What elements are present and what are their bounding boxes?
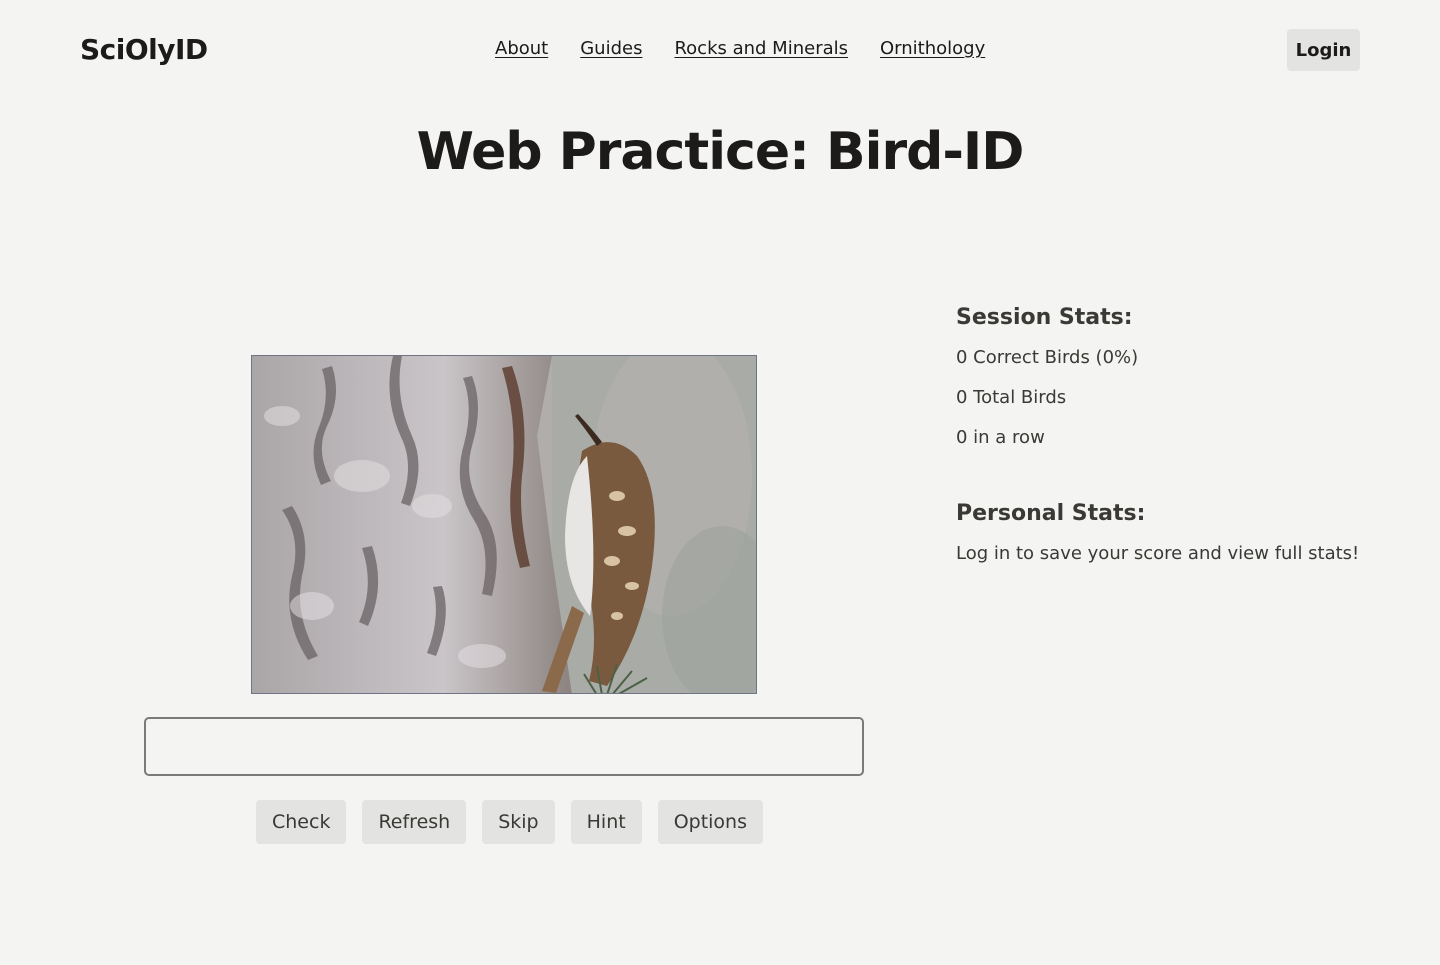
nav-link-about[interactable]: About — [495, 38, 548, 59]
login-button[interactable]: Login — [1287, 29, 1360, 71]
total-birds-stat: 0 Total Birds — [956, 387, 1067, 408]
check-button[interactable]: Check — [256, 800, 347, 844]
answer-input[interactable] — [144, 717, 864, 776]
correct-birds-stat: 0 Correct Birds (0%) — [956, 347, 1139, 368]
bird-image — [251, 355, 757, 694]
personal-stats-message: Log in to save your score and view full … — [956, 543, 1360, 564]
action-buttons: Check Refresh Skip Hint Options — [256, 800, 763, 844]
personal-stats-heading: Personal Stats: — [956, 501, 1146, 526]
site-logo[interactable]: SciOlyID — [80, 33, 208, 66]
streak-stat: 0 in a row — [956, 427, 1045, 448]
skip-button[interactable]: Skip — [482, 800, 555, 844]
hint-button[interactable]: Hint — [570, 800, 642, 844]
nav-link-ornithology[interactable]: Ornithology — [880, 38, 985, 59]
options-button[interactable]: Options — [657, 800, 763, 844]
site-header: SciOlyID About Guides Rocks and Minerals… — [0, 0, 1440, 100]
main-nav: About Guides Rocks and Minerals Ornithol… — [495, 38, 985, 59]
refresh-button[interactable]: Refresh — [362, 800, 467, 844]
session-stats-heading: Session Stats: — [956, 305, 1133, 330]
nav-link-rocks-and-minerals[interactable]: Rocks and Minerals — [674, 38, 848, 59]
page-title: Web Practice: Bird-ID — [416, 122, 1025, 182]
nav-link-guides[interactable]: Guides — [580, 38, 642, 59]
